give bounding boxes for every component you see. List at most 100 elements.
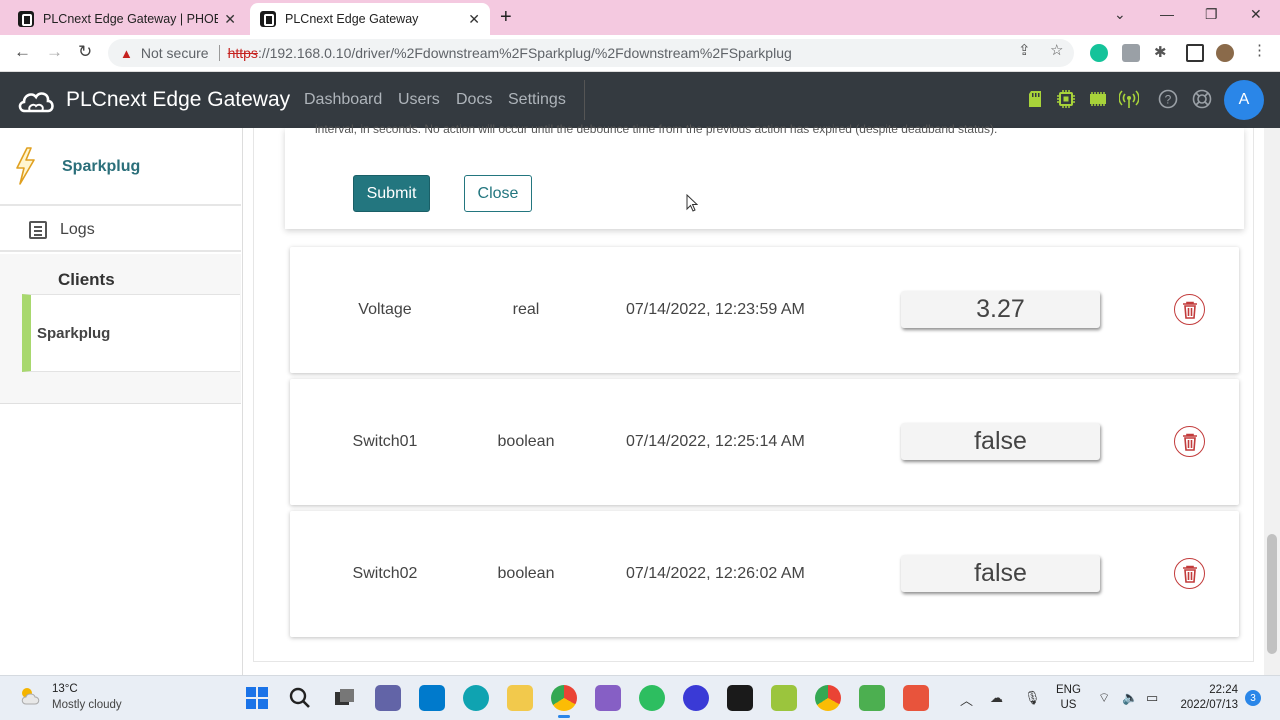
scrollbar-thumb[interactable] (1267, 534, 1277, 654)
language-indicator[interactable]: ENG US (1056, 683, 1081, 713)
teams-chat-icon[interactable] (375, 685, 401, 711)
table-row: Switch02 boolean 07/14/2022, 12:26:02 AM… (290, 511, 1239, 637)
windows-start-icon[interactable] (244, 685, 270, 711)
minimize-icon[interactable]: — (1160, 6, 1174, 22)
volume-icon[interactable]: 🔈 (1122, 690, 1138, 706)
tag-timestamp: 07/14/2022, 12:26:02 AM (626, 565, 805, 582)
mqtt-app-icon[interactable] (771, 685, 797, 711)
taskbar: 13°C Mostly cloudy ︿ ☁ 🎙 ENG US ⌔ 🔈 ▭ 22… (0, 675, 1280, 720)
browser-tab-gateway[interactable]: PLCnext Edge Gateway ✕ (250, 3, 490, 35)
file-explorer-icon[interactable] (507, 685, 533, 711)
lang-region: US (1060, 699, 1077, 711)
plcnext-favicon-icon (18, 11, 34, 27)
edge-browser-icon[interactable] (463, 685, 489, 711)
sidebar-item-logs[interactable]: Logs (0, 208, 241, 252)
close-window-icon[interactable]: ✕ (1250, 6, 1262, 23)
separator (218, 45, 220, 61)
delete-button[interactable] (1174, 294, 1205, 325)
network-antenna-icon[interactable] (1119, 89, 1139, 109)
visual-studio-icon[interactable] (595, 685, 621, 711)
tag-type: boolean (497, 565, 555, 582)
grammarly-extension-icon[interactable] (1090, 44, 1108, 62)
tab-search-icon[interactable]: ⌄ (1114, 6, 1126, 23)
nav-settings[interactable]: Settings (508, 91, 566, 109)
client-item-sparkplug[interactable]: Sparkplug (22, 294, 240, 372)
cpu-icon[interactable] (1056, 89, 1076, 109)
browser-menu-icon[interactable]: ⋮ (1252, 41, 1267, 59)
system-clock[interactable]: 22:24 2022/07/13 (1174, 683, 1238, 713)
memory-icon[interactable] (1088, 89, 1108, 109)
tag-type: real (512, 301, 540, 318)
vscode-icon[interactable] (419, 685, 445, 711)
restore-icon[interactable]: ❐ (1205, 6, 1218, 23)
chrome-profile-icon[interactable] (815, 685, 841, 711)
bookmark-star-icon[interactable]: ☆ (1050, 41, 1063, 59)
delete-button[interactable] (1174, 558, 1205, 589)
new-tab-icon[interactable]: + (500, 6, 512, 29)
delete-button[interactable] (1174, 426, 1205, 457)
browser-tab-phoenix[interactable]: PLCnext Edge Gateway | PHOENIX ✕ (8, 3, 246, 35)
close-tab-icon[interactable]: ✕ (224, 11, 236, 28)
chrome-icon[interactable] (551, 685, 577, 718)
tag-value[interactable]: false (901, 555, 1100, 592)
audacity-icon[interactable] (683, 685, 709, 711)
cloud-logo-icon[interactable] (16, 85, 56, 115)
tab-title: PLCnext Edge Gateway | PHOENIX (43, 12, 219, 26)
share-icon[interactable]: ⇪ (1018, 41, 1031, 59)
warning-icon[interactable]: ▲ (120, 46, 133, 61)
battery-icon[interactable]: ▭ (1146, 690, 1158, 706)
tag-timestamp: 07/14/2022, 12:25:14 AM (626, 433, 805, 450)
wifi-icon[interactable]: ⌔ (1098, 690, 1110, 706)
sparkplug-bolt-icon (16, 147, 35, 185)
svg-text:?: ? (1165, 93, 1172, 107)
sidebar: Sparkplug Logs Clients Sparkplug (0, 128, 243, 675)
user-avatar[interactable]: A (1224, 80, 1264, 120)
clients-panel: Clients Sparkplug (0, 254, 241, 404)
trash-icon (1182, 301, 1197, 319)
microphone-icon[interactable]: 🎙 (1024, 690, 1041, 706)
close-button[interactable]: Close (464, 175, 532, 212)
address-bar: ← → ↻ ▲ Not secure https ://192.168.0.10… (0, 35, 1280, 72)
client-label: Sparkplug (37, 325, 111, 342)
edit-form-panel: interval, in seconds. No action will occ… (285, 122, 1244, 229)
weather-description[interactable]: Mostly cloudy (52, 699, 122, 711)
forward-icon[interactable]: → (46, 42, 63, 62)
brand-title[interactable]: PLCnext Edge Gateway (66, 88, 290, 112)
app-c-green-icon[interactable] (859, 685, 885, 711)
weather-temperature[interactable]: 13°C (52, 683, 78, 695)
tray-overflow-icon[interactable]: ︿ (960, 690, 973, 709)
nav-docs[interactable]: Docs (456, 91, 492, 109)
nav-users[interactable]: Users (398, 91, 440, 109)
tag-value[interactable]: false (901, 423, 1100, 460)
page-scrollbar[interactable] (1264, 128, 1280, 675)
url-field[interactable]: ▲ Not secure https ://192.168.0.10/drive… (108, 39, 1074, 67)
security-label[interactable]: Not secure (141, 45, 209, 61)
tag-value[interactable]: 3.27 (901, 291, 1100, 328)
sd-card-icon[interactable] (1025, 89, 1045, 109)
navbar-divider (584, 80, 585, 120)
submit-button[interactable]: Submit (353, 175, 430, 212)
extensions-puzzle-icon[interactable]: ✱ (1154, 43, 1167, 61)
search-icon[interactable] (287, 685, 313, 711)
back-icon[interactable]: ← (14, 42, 31, 62)
reload-icon[interactable]: ↻ (78, 42, 92, 62)
extension-icon[interactable] (1122, 44, 1140, 62)
notification-badge[interactable]: 3 (1245, 690, 1261, 706)
onedrive-cloud-icon[interactable]: ☁ (990, 690, 1003, 706)
close-tab-icon[interactable]: ✕ (468, 11, 480, 28)
help-icon[interactable]: ? (1158, 89, 1178, 109)
tag-type: boolean (497, 433, 555, 450)
task-view-icon[interactable] (331, 685, 357, 711)
form-help-text: interval, in seconds. No action will occ… (315, 122, 998, 136)
weather-partly-cloudy-icon[interactable] (18, 684, 44, 706)
nav-dashboard[interactable]: Dashboard (304, 91, 382, 109)
support-lifebuoy-icon[interactable] (1192, 89, 1212, 109)
sidebar-logs-label: Logs (60, 221, 95, 238)
side-panel-icon[interactable] (1186, 44, 1204, 62)
plcnext-app-icon[interactable] (727, 685, 753, 711)
lang-code: ENG (1056, 684, 1081, 696)
evernote-icon[interactable] (639, 685, 665, 711)
sidebar-item-sparkplug[interactable]: Sparkplug (0, 128, 241, 206)
app-c-red-icon[interactable] (903, 685, 929, 711)
profile-avatar-icon[interactable] (1216, 44, 1234, 62)
